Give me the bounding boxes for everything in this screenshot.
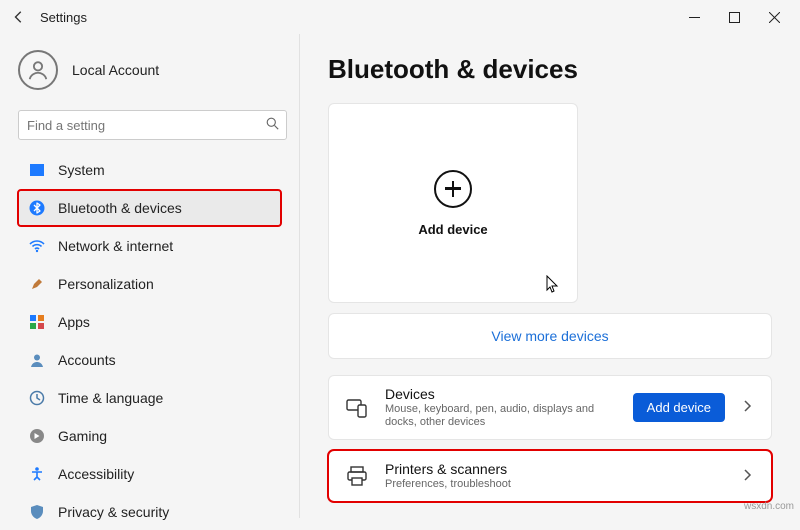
close-icon [769, 12, 780, 23]
sidebar-item-label: Network & internet [58, 238, 173, 254]
avatar [18, 50, 58, 90]
sidebar-item-label: Bluetooth & devices [58, 200, 182, 216]
sidebar-item-label: System [58, 162, 105, 178]
maximize-button[interactable] [714, 2, 754, 32]
back-button[interactable] [6, 4, 32, 30]
printers-text: Printers & scanners Preferences, trouble… [385, 461, 725, 491]
nav-list: System Bluetooth & devices Network & int… [18, 152, 287, 530]
search-box[interactable] [18, 110, 287, 140]
printer-icon [343, 462, 371, 490]
sidebar: Local Account System Bluetooth & devices [0, 34, 300, 518]
chevron-right-icon [739, 469, 757, 484]
watermark: wsxdn.com [744, 501, 794, 512]
printers-scanners-card[interactable]: Printers & scanners Preferences, trouble… [328, 450, 772, 502]
sidebar-item-label: Time & language [58, 390, 163, 406]
search-input[interactable] [18, 110, 287, 140]
sidebar-item-system[interactable]: System [18, 152, 281, 188]
sidebar-item-time[interactable]: Time & language [18, 380, 281, 416]
arrow-left-icon [12, 10, 26, 24]
wifi-icon [28, 237, 46, 255]
profile-name: Local Account [72, 62, 159, 78]
devices-icon [343, 394, 371, 422]
monitor-icon [28, 161, 46, 179]
profile-block[interactable]: Local Account [18, 50, 287, 90]
page-title: Bluetooth & devices [328, 54, 772, 85]
sidebar-item-label: Accounts [58, 352, 116, 368]
window-controls [674, 2, 794, 32]
close-button[interactable] [754, 2, 794, 32]
window-title: Settings [40, 10, 87, 25]
sidebar-item-label: Apps [58, 314, 90, 330]
printers-title: Printers & scanners [385, 461, 725, 478]
sidebar-item-accessibility[interactable]: Accessibility [18, 456, 281, 492]
sidebar-item-label: Accessibility [58, 466, 134, 482]
minimize-icon [689, 12, 700, 23]
sidebar-item-gaming[interactable]: Gaming [18, 418, 281, 454]
sidebar-item-accounts[interactable]: Accounts [18, 342, 281, 378]
view-more-devices-button[interactable]: View more devices [328, 313, 772, 359]
sidebar-item-privacy[interactable]: Privacy & security [18, 494, 281, 530]
main-panel: Bluetooth & devices Add device View more… [300, 34, 800, 518]
printers-subtitle: Preferences, troubleshoot [385, 478, 725, 491]
devices-title: Devices [385, 386, 619, 403]
add-device-card[interactable]: Add device [328, 103, 578, 303]
minimize-button[interactable] [674, 2, 714, 32]
sidebar-item-apps[interactable]: Apps [18, 304, 281, 340]
plus-circle-icon [434, 170, 472, 208]
chevron-right-icon [739, 400, 757, 415]
person-icon [27, 59, 49, 81]
devices-card[interactable]: Devices Mouse, keyboard, pen, audio, dis… [328, 375, 772, 440]
accounts-icon [28, 351, 46, 369]
clock-icon [28, 389, 46, 407]
sidebar-item-label: Personalization [58, 276, 154, 292]
devices-text: Devices Mouse, keyboard, pen, audio, dis… [385, 386, 619, 429]
accessibility-icon [28, 465, 46, 483]
sidebar-item-label: Gaming [58, 428, 107, 444]
bluetooth-icon [28, 199, 46, 217]
add-device-button[interactable]: Add device [633, 393, 725, 422]
brush-icon [28, 275, 46, 293]
sidebar-item-bluetooth[interactable]: Bluetooth & devices [18, 190, 281, 226]
shield-icon [28, 503, 46, 521]
gaming-icon [28, 427, 46, 445]
add-device-label: Add device [418, 222, 487, 237]
view-more-label: View more devices [491, 328, 608, 344]
search-icon [266, 117, 279, 133]
title-bar: Settings [0, 0, 800, 34]
devices-subtitle: Mouse, keyboard, pen, audio, displays an… [385, 403, 619, 429]
maximize-icon [729, 12, 740, 23]
sidebar-item-personalization[interactable]: Personalization [18, 266, 281, 302]
apps-icon [28, 313, 46, 331]
sidebar-item-network[interactable]: Network & internet [18, 228, 281, 264]
